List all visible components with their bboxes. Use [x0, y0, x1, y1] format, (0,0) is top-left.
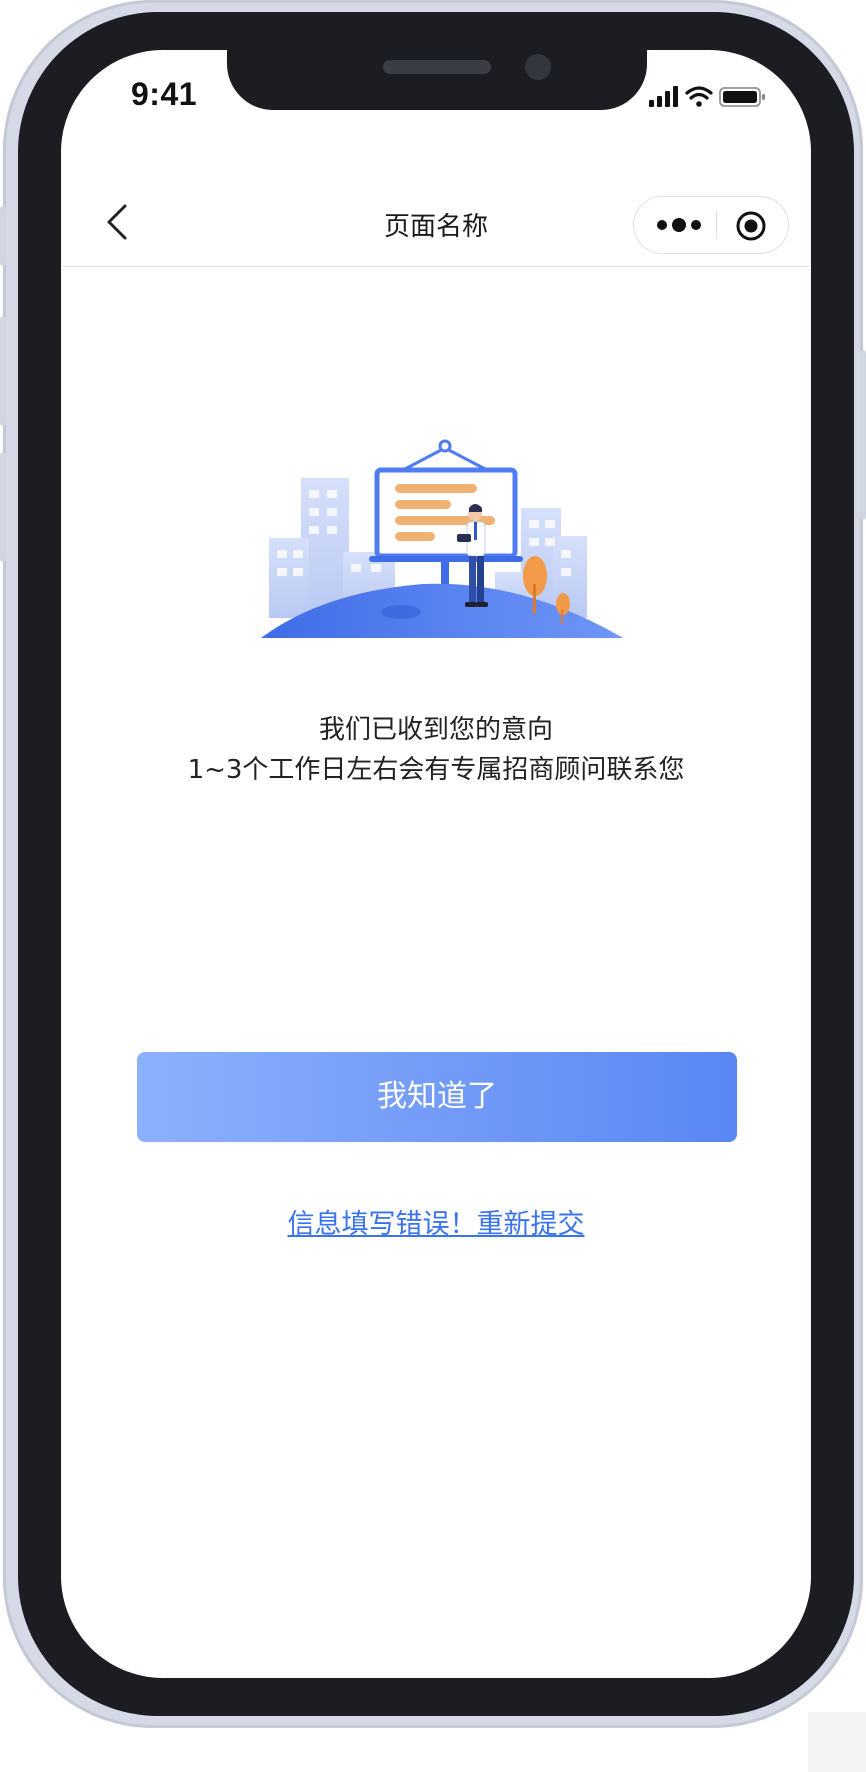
success-illustration [233, 434, 623, 674]
message-line-1: 我们已收到您的意向 [318, 715, 553, 745]
more-button[interactable] [654, 214, 704, 236]
close-target-icon [736, 211, 766, 241]
volume-up-button [0, 316, 6, 426]
status-icons [649, 84, 769, 108]
message-line-2: 1~3个工作日左右会有专属招商顾问联系您 [187, 755, 685, 785]
close-mini-program-button[interactable] [734, 209, 768, 243]
power-button [860, 350, 866, 520]
volume-down-button [0, 452, 6, 562]
resubmit-link[interactable]: 信息填写错误！重新提交 [61, 1202, 811, 1241]
speaker-grille [383, 60, 491, 74]
confirmation-message: 我们已收到您的意向 1~3个工作日左右会有专属招商顾问联系您 [61, 710, 811, 790]
notch [227, 50, 647, 110]
navigation-bar: 页面名称 [61, 146, 811, 267]
more-dots-icon [657, 218, 701, 232]
wifi-icon [685, 86, 713, 107]
phone-frame: 9:41 页面名称 我们已收到您的意向 1~3个工作日左右会有专属招商顾问联系您… [0, 0, 866, 1728]
status-time: 9:41 [131, 76, 198, 112]
battery-icon [719, 87, 765, 107]
mini-program-capsule [633, 196, 789, 254]
confirm-button[interactable]: 我知道了 [137, 1052, 737, 1142]
background-corner [808, 1712, 866, 1772]
front-camera [525, 54, 551, 80]
cellular-signal-icon [649, 86, 678, 107]
capsule-divider [716, 211, 717, 239]
mute-switch [0, 206, 6, 266]
phone-screen: 9:41 页面名称 我们已收到您的意向 1~3个工作日左右会有专属招商顾问联系您… [61, 50, 811, 1678]
